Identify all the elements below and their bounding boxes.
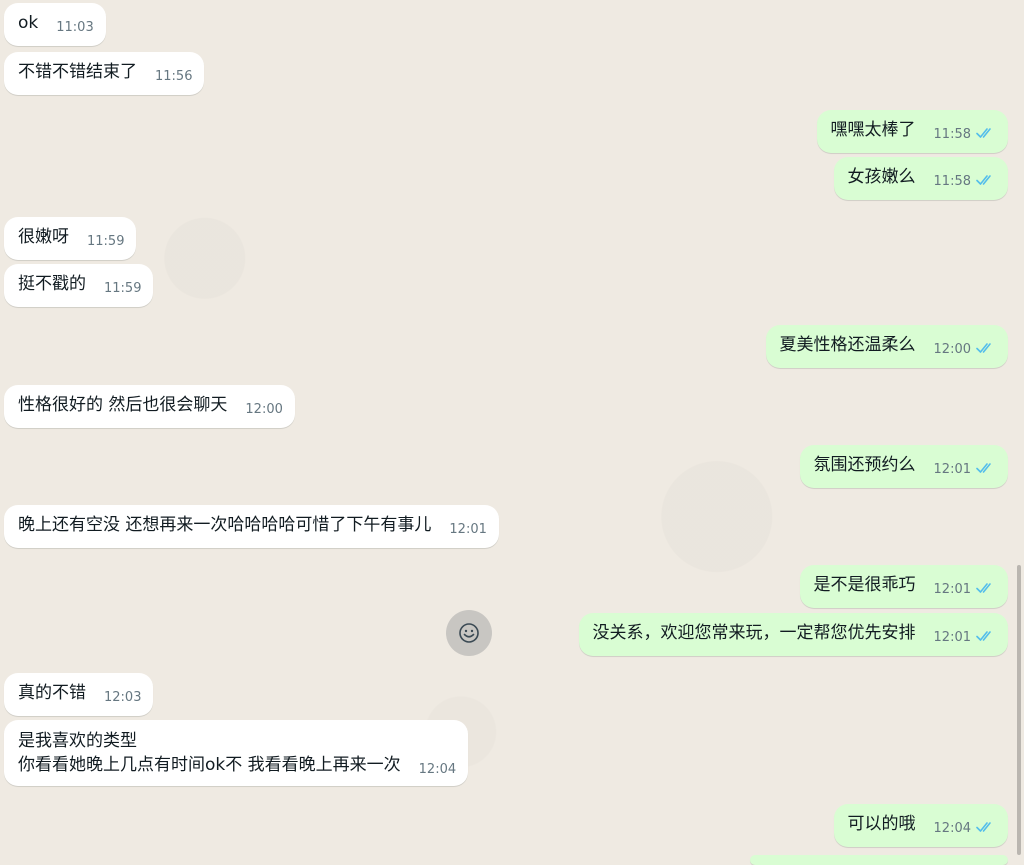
message-time-label: 12:01 bbox=[933, 462, 971, 477]
message-time: 12:01 bbox=[934, 461, 996, 479]
double-check-icon bbox=[976, 463, 991, 473]
message-time: 12:01 bbox=[449, 522, 487, 537]
message-time: 12:04 bbox=[418, 762, 457, 777]
scrollbar[interactable] bbox=[1017, 565, 1021, 855]
message-text: ok bbox=[18, 13, 39, 33]
message-time: 12:04 bbox=[934, 820, 996, 838]
message-text: 没关系，欢迎您常来玩，一定帮您优先安排 bbox=[592, 623, 916, 643]
outgoing-message[interactable]: 没关系，欢迎您常来玩，一定帮您优先安排 12:01 bbox=[578, 613, 1008, 656]
incoming-message[interactable]: 很嫩呀 11:59 bbox=[4, 217, 137, 260]
message-time-label: 12:01 bbox=[933, 630, 971, 645]
outgoing-message[interactable]: 女孩嫩么 11:58 bbox=[833, 157, 1008, 200]
incoming-message[interactable]: 挺不戳的 11:59 bbox=[4, 264, 154, 307]
message-text: 真的不错 bbox=[18, 683, 86, 703]
message-time: 11:56 bbox=[155, 69, 193, 84]
message-text: 氛围还预约么 bbox=[813, 455, 916, 475]
message-text: 嘿嘿太棒了 bbox=[830, 120, 916, 140]
incoming-message[interactable]: 不错不错结束了 11:56 bbox=[4, 52, 205, 95]
double-check-icon bbox=[976, 583, 991, 593]
message-time-label: 12:00 bbox=[933, 342, 971, 357]
message-text: 是不是很乖巧 bbox=[813, 575, 916, 595]
message-text: 晚上还有空没 还想再来一次哈哈哈哈可惜了下午有事儿 bbox=[18, 515, 432, 535]
message-time: 12:00 bbox=[934, 341, 996, 359]
double-check-icon bbox=[976, 822, 991, 832]
message-text: 夏美性格还温柔么 bbox=[779, 335, 916, 355]
outgoing-message[interactable]: 可以的哦 12:04 bbox=[833, 804, 1008, 847]
message-text: 不错不错结束了 bbox=[18, 62, 137, 82]
outgoing-message[interactable]: 嘿嘿太棒了 11:58 bbox=[816, 110, 1008, 153]
message-text: 性格很好的 然后也很会聊天 bbox=[18, 395, 228, 415]
outgoing-message-partial[interactable] bbox=[750, 855, 1008, 865]
message-time: 11:58 bbox=[934, 126, 996, 144]
message-time: 11:59 bbox=[104, 281, 142, 296]
incoming-message[interactable]: 是我喜欢的类型 你看看她晚上几点有时间ok不 我看看晚上再来一次 12:04 bbox=[4, 720, 469, 786]
incoming-message[interactable]: ok 11:03 bbox=[4, 3, 106, 46]
double-check-icon bbox=[976, 343, 991, 353]
incoming-message[interactable]: 真的不错 12:03 bbox=[4, 673, 154, 716]
message-time-label: 11:58 bbox=[933, 174, 971, 189]
reaction-button[interactable] bbox=[446, 610, 492, 656]
message-time: 11:03 bbox=[56, 20, 94, 35]
message-time: 12:01 bbox=[934, 629, 996, 647]
double-check-icon bbox=[976, 175, 991, 185]
message-text: 挺不戳的 bbox=[18, 274, 86, 294]
message-time: 12:03 bbox=[104, 690, 142, 705]
chat-area: ok 11:03 不错不错结束了 11:56 嘿嘿太棒了 11:58 女孩嫩么 11:5… bbox=[0, 0, 1024, 865]
incoming-message[interactable]: 性格很好的 然后也很会聊天 12:00 bbox=[4, 385, 295, 428]
message-text: 女孩嫩么 bbox=[847, 167, 916, 187]
message-time: 11:58 bbox=[934, 173, 996, 191]
outgoing-message[interactable]: 氛围还预约么 12:01 bbox=[799, 445, 1008, 488]
smiley-icon bbox=[459, 623, 479, 643]
message-time: 12:01 bbox=[934, 581, 996, 599]
message-time-label: 11:58 bbox=[933, 127, 971, 142]
message-time: 11:59 bbox=[87, 234, 125, 249]
outgoing-message[interactable]: 夏美性格还温柔么 12:00 bbox=[765, 325, 1008, 368]
message-text: 是我喜欢的类型 你看看她晚上几点有时间ok不 我看看晚上再来一次 bbox=[18, 731, 401, 775]
message-text: 可以的哦 bbox=[847, 814, 916, 834]
double-check-icon bbox=[976, 631, 991, 641]
incoming-message[interactable]: 晚上还有空没 还想再来一次哈哈哈哈可惜了下午有事儿 12:01 bbox=[4, 505, 499, 548]
message-time: 12:00 bbox=[245, 402, 283, 417]
message-time-label: 12:01 bbox=[933, 582, 971, 597]
double-check-icon bbox=[976, 128, 991, 138]
message-time-label: 12:04 bbox=[933, 821, 971, 836]
message-text: 很嫩呀 bbox=[18, 227, 69, 247]
outgoing-message[interactable]: 是不是很乖巧 12:01 bbox=[799, 565, 1008, 608]
